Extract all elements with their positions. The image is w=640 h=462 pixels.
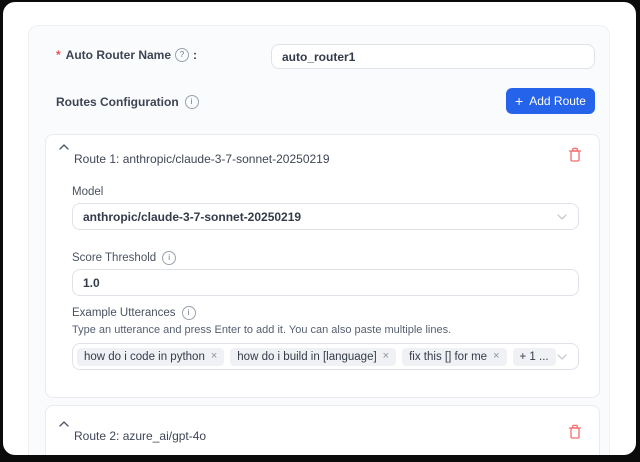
utterance-tag: how do i code in python ×: [77, 348, 224, 366]
score-threshold-label-text: Score Threshold: [72, 252, 156, 264]
route-1-title: Route 1: anthropic/claude-3-7-sonnet-202…: [74, 152, 330, 166]
delete-route-2-button[interactable]: [567, 424, 583, 442]
utterance-tag: fix this [] for me ×: [402, 348, 506, 366]
routes-configuration-label: Routes Configuration i: [56, 95, 200, 109]
remove-tag-icon[interactable]: ×: [493, 351, 499, 362]
route-2-title: Route 2: azure_ai/gpt-4o: [74, 429, 206, 443]
chevron-up-icon: [59, 421, 69, 427]
utterances-tags-input[interactable]: how do i code in python × how do i build…: [72, 343, 579, 370]
utterance-tag-label: fix this [] for me: [409, 351, 487, 363]
auto-router-name-label: * Auto Router Name ? :: [56, 48, 197, 62]
model-label-text: Model: [72, 186, 103, 198]
add-route-button-label: Add Route: [529, 94, 586, 108]
auto-router-name-input[interactable]: [271, 44, 595, 69]
score-threshold-input[interactable]: [72, 269, 579, 296]
collapse-route-2-button[interactable]: [56, 416, 72, 432]
delete-route-1-button[interactable]: [567, 147, 583, 165]
route-card-2: Route 2: azure_ai/gpt-4o: [45, 405, 600, 455]
help-icon[interactable]: ?: [175, 48, 189, 62]
info-icon[interactable]: i: [182, 306, 196, 320]
score-threshold-label: Score Threshold i: [72, 251, 177, 265]
utterance-tag-label: how do i build in [language]: [237, 351, 376, 363]
remove-tag-icon[interactable]: ×: [211, 351, 217, 362]
label-colon: :: [193, 48, 197, 62]
utterance-tag-label: how do i code in python: [84, 351, 205, 363]
add-route-button[interactable]: + Add Route: [506, 88, 595, 114]
utterances-helper-text: Type an utterance and press Enter to add…: [72, 324, 451, 336]
model-select[interactable]: anthropic/claude-3-7-sonnet-20250219: [72, 203, 579, 230]
chevron-down-icon: [557, 214, 567, 220]
collapse-route-1-button[interactable]: [56, 139, 72, 155]
app-window: * Auto Router Name ? : Routes Configurat…: [3, 2, 636, 455]
example-utterances-label: Example Utterances i: [72, 306, 197, 320]
routes-configuration-label-text: Routes Configuration: [56, 95, 179, 109]
route-card-1: Route 1: anthropic/claude-3-7-sonnet-202…: [45, 134, 600, 398]
model-select-value: anthropic/claude-3-7-sonnet-20250219: [83, 210, 301, 224]
chevron-down-icon: [557, 354, 567, 360]
plus-icon: +: [515, 93, 523, 109]
info-icon[interactable]: i: [162, 251, 176, 265]
utterance-overflow-tag[interactable]: + 1 ...: [513, 348, 556, 366]
example-utterances-label-text: Example Utterances: [72, 307, 176, 319]
trash-icon: [568, 147, 582, 163]
chevron-up-icon: [59, 144, 69, 150]
auto-router-name-label-text: Auto Router Name: [66, 48, 171, 62]
trash-icon: [568, 424, 582, 440]
model-label: Model: [72, 186, 103, 198]
utterance-tag: how do i build in [language] ×: [230, 348, 396, 366]
auto-router-form-card: * Auto Router Name ? : Routes Configurat…: [28, 25, 610, 455]
info-icon[interactable]: i: [185, 95, 199, 109]
required-asterisk: *: [56, 48, 61, 62]
remove-tag-icon[interactable]: ×: [383, 351, 389, 362]
